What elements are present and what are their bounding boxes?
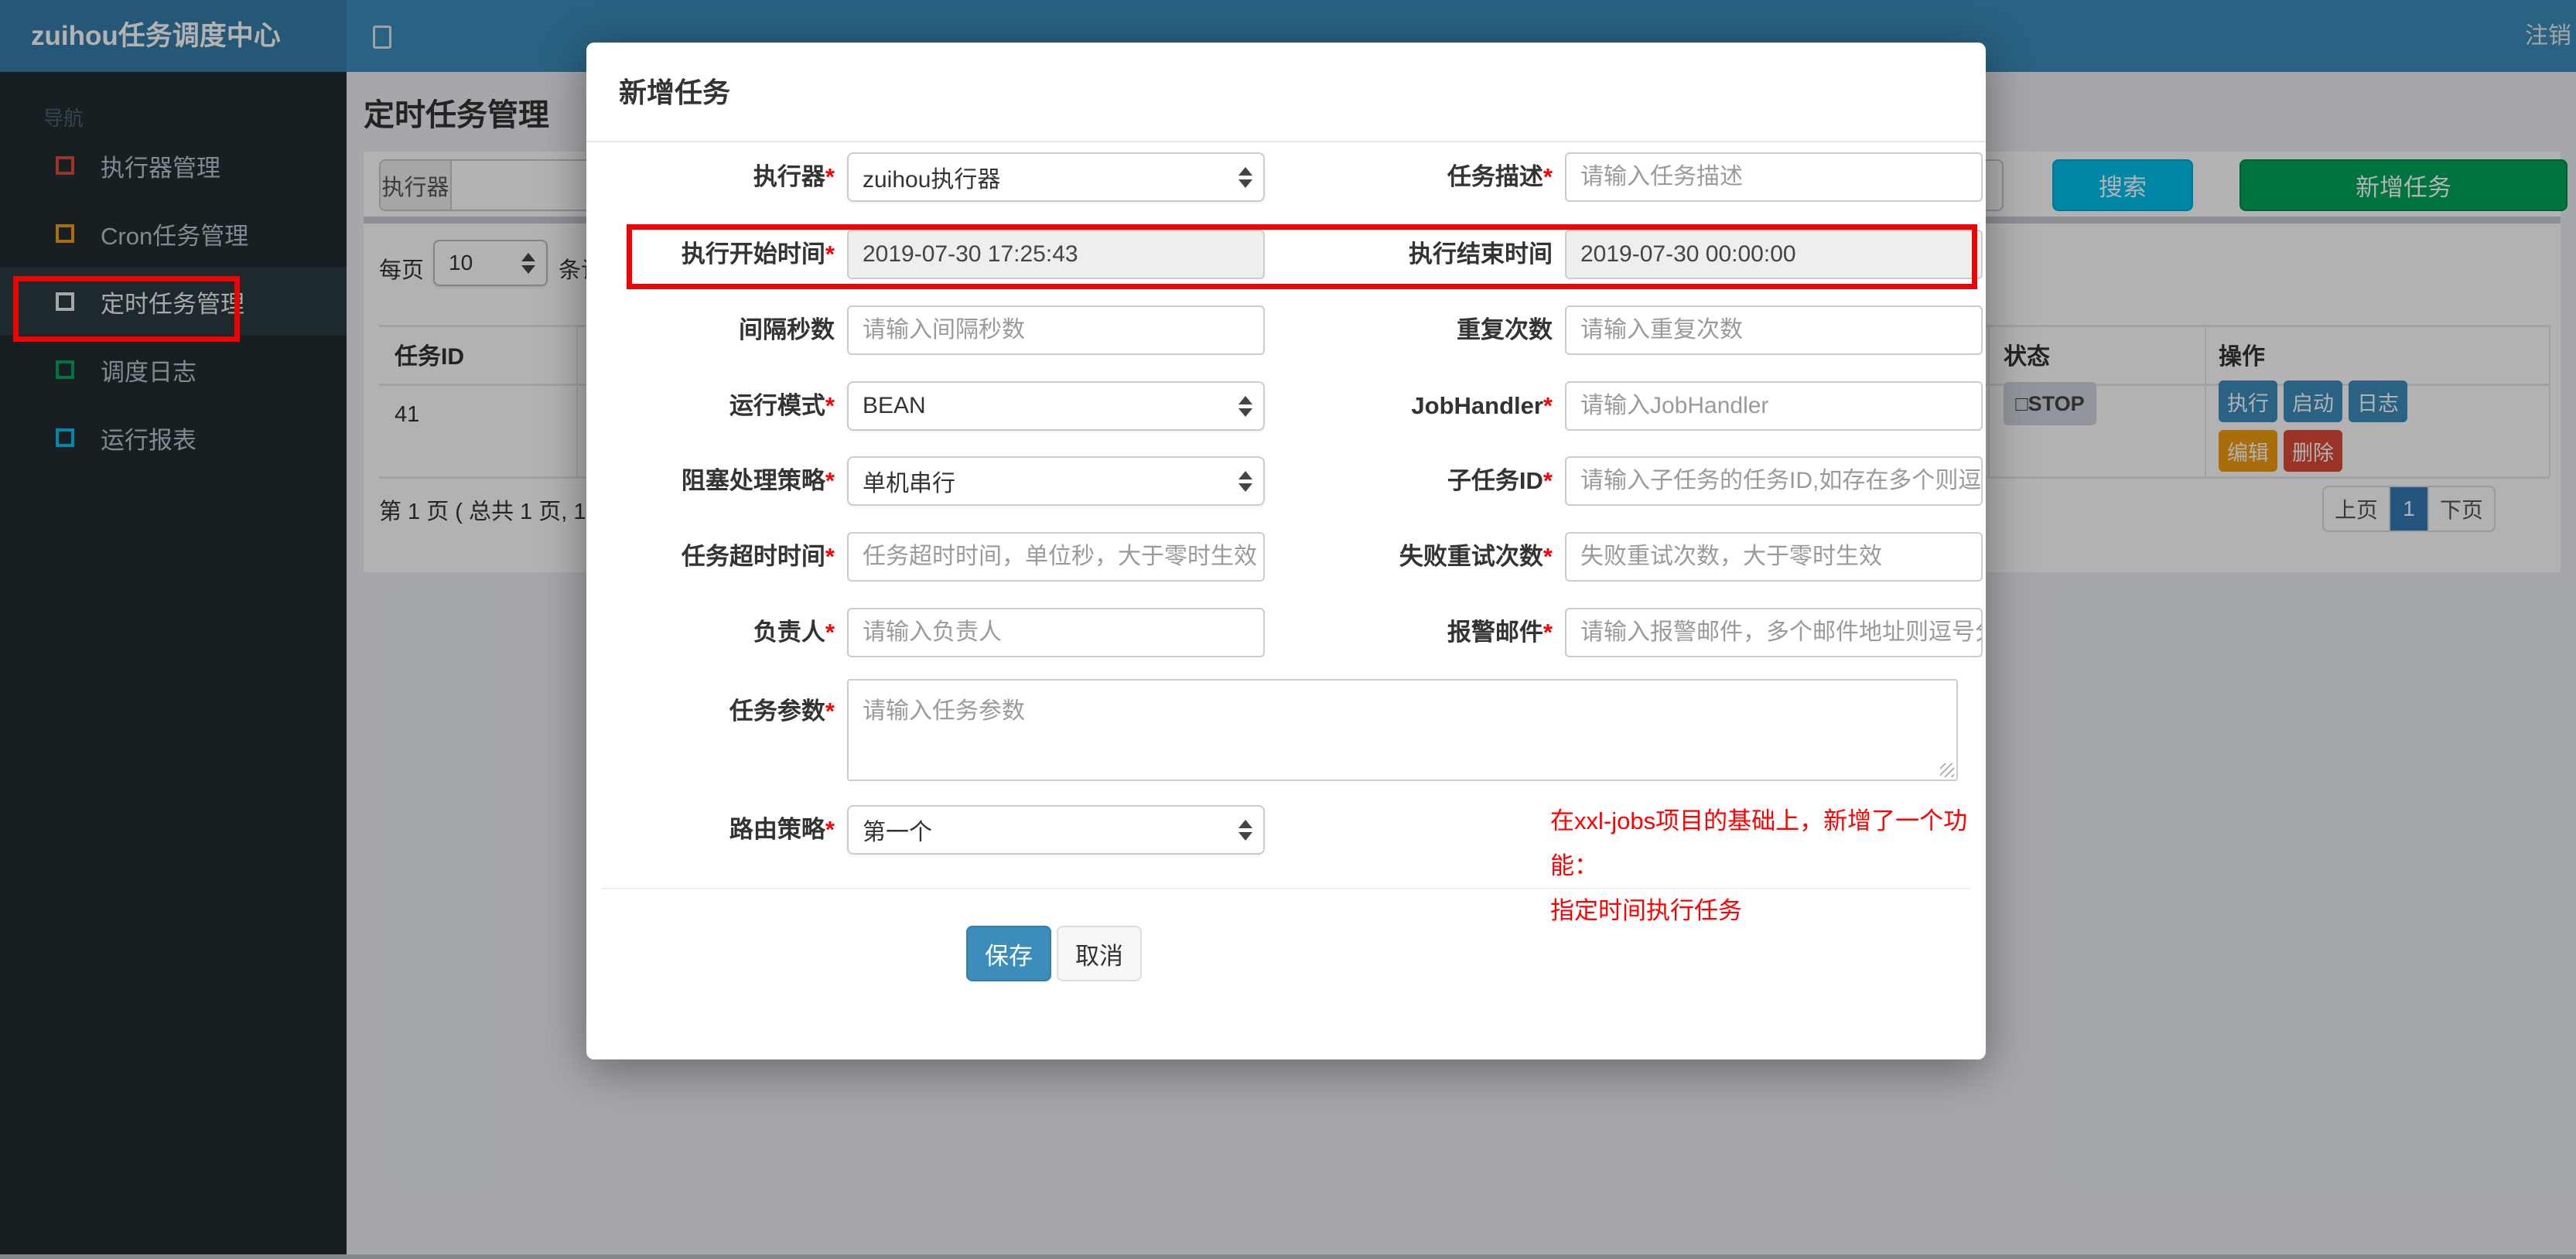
save-button[interactable]: 保存 <box>966 926 1051 981</box>
job-handler-input[interactable]: 请输入JobHandler <box>1565 381 1983 431</box>
route-strategy-select[interactable]: 第一个 <box>847 805 1265 855</box>
alarm-email-input[interactable]: 请输入报警邮件，多个邮件地址则逗号分隔 <box>1565 608 1983 657</box>
executor-field-label: 执行器* <box>753 163 835 190</box>
interval-field-label: 间隔秒数 <box>739 316 835 343</box>
route-strategy-field-label: 路由策略* <box>729 816 835 843</box>
timeout-input[interactable]: 任务超时时间，单位秒，大于零时生效 <box>847 532 1265 582</box>
feature-note: 在xxl-jobs项目的基础上，新增了一个功能： 指定时间执行任务 <box>1550 807 1968 924</box>
repeat-count-input[interactable]: 请输入重复次数 <box>1565 305 1983 355</box>
child-job-id-field-label: 子任务ID* <box>1447 467 1553 494</box>
job-param-textarea[interactable]: 请输入任务参数 <box>847 679 1958 781</box>
child-job-id-input[interactable]: 请输入子任务的任务ID,如存在多个则逗号分隔 <box>1565 456 1983 506</box>
select-arrows-icon <box>1238 470 1252 492</box>
owner-field-label: 负责人* <box>753 619 835 646</box>
timeout-field-label: 任务超时时间* <box>681 543 835 570</box>
run-mode-select[interactable]: BEAN <box>847 381 1265 431</box>
run-mode-field-label: 运行模式* <box>729 392 835 419</box>
interval-input[interactable]: 请输入间隔秒数 <box>847 305 1265 355</box>
modal-header-divider <box>586 141 1986 142</box>
repeat-count-field-label: 重复次数 <box>1457 316 1553 343</box>
alarm-email-field-label: 报警邮件* <box>1447 619 1553 646</box>
job-handler-field-label: JobHandler* <box>1411 392 1553 419</box>
select-arrows-icon <box>1238 166 1252 188</box>
select-arrows-icon <box>1238 395 1252 417</box>
cancel-button[interactable]: 取消 <box>1057 926 1142 981</box>
annotation-highlight-sidebar <box>13 276 240 342</box>
fail-retry-field-label: 失败重试次数* <box>1399 543 1553 570</box>
add-task-modal: 新增任务 执行器* zuihou执行器 任务描述* 请输入任务描述 执行开始时间… <box>586 43 1986 1059</box>
block-strategy-field-label: 阻塞处理策略* <box>681 467 835 494</box>
modal-title: 新增任务 <box>619 77 731 108</box>
job-param-field-label: 任务参数* <box>729 698 835 725</box>
task-desc-input[interactable]: 请输入任务描述 <box>1565 152 1983 202</box>
modal-footer-divider <box>602 888 1970 889</box>
resize-handle-icon[interactable] <box>1940 763 1954 777</box>
owner-input[interactable]: 请输入负责人 <box>847 608 1265 657</box>
app-canvas: zuihou任务调度中心 注销 导航 执行器管理 Cron任务管理 定时任务管理… <box>0 0 2576 1259</box>
select-arrows-icon <box>1238 819 1252 841</box>
fail-retry-input[interactable]: 失败重试次数，大于零时生效 <box>1565 532 1983 582</box>
executor-select[interactable]: zuihou执行器 <box>847 152 1265 202</box>
block-strategy-select[interactable]: 单机串行 <box>847 456 1265 506</box>
annotation-highlight-time-row <box>627 224 1977 289</box>
task-desc-field-label: 任务描述* <box>1447 163 1553 190</box>
